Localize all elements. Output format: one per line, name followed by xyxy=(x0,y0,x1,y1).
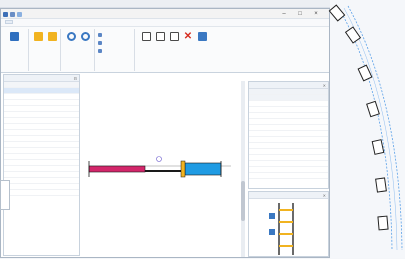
ribbon-group-1 xyxy=(1,29,29,71)
tag-6[interactable] xyxy=(375,177,387,193)
undo-icon[interactable] xyxy=(17,11,22,17)
prop-rows xyxy=(249,101,328,179)
background-window-fragment xyxy=(0,180,10,210)
ribbon-group-2 xyxy=(29,29,61,71)
list-row[interactable] xyxy=(4,190,79,196)
preview-marker-1 xyxy=(269,213,275,219)
open-folder-icon xyxy=(47,32,57,41)
drawing-canvas[interactable] xyxy=(81,81,241,257)
canvas-scroll-thumb[interactable] xyxy=(241,181,245,221)
minimize-button[interactable]: – xyxy=(277,10,291,18)
clip-icon xyxy=(169,32,179,41)
left-list-panel: ⊟ xyxy=(3,74,80,256)
ribbon-button-5a[interactable] xyxy=(139,32,153,42)
delete-x-icon: ✕ xyxy=(183,31,193,42)
quick-access-toolbar xyxy=(3,10,22,18)
canvas-svg xyxy=(88,156,231,178)
left-panel-header: ⊟ xyxy=(4,75,79,82)
property-row[interactable] xyxy=(249,173,328,179)
preview-rung-2 xyxy=(279,221,293,223)
undo-button[interactable] xyxy=(64,32,78,42)
ribbon-button-5e[interactable] xyxy=(195,32,209,42)
row-2-icon xyxy=(98,41,102,45)
panel-pin-icon[interactable]: ⊟ xyxy=(74,75,77,82)
middle-line-section[interactable] xyxy=(145,170,185,172)
ribbon-button-2[interactable] xyxy=(31,32,45,42)
left-rows xyxy=(4,88,79,196)
redo-button[interactable] xyxy=(78,32,92,42)
preview-rung-3 xyxy=(279,233,293,235)
ribbon-button-1[interactable] xyxy=(7,32,21,42)
ribbon-row-3[interactable] xyxy=(98,49,104,53)
close-button[interactable]: × xyxy=(309,10,323,18)
title-bar: – □ × xyxy=(1,9,329,19)
ribbon: ✕ xyxy=(1,27,329,73)
preview-rung-1 xyxy=(279,209,293,211)
anchor-circle[interactable] xyxy=(156,156,162,162)
properties-panel: ✕ xyxy=(248,81,329,189)
preview-header: ✕ xyxy=(249,192,328,199)
ribbon-group-3 xyxy=(61,29,95,71)
ribbon-group-5: ✕ xyxy=(135,29,215,71)
properties-header: ✕ xyxy=(249,82,328,89)
tool-icon xyxy=(197,32,207,41)
ribbon-tab[interactable] xyxy=(5,20,13,24)
arc-drawing xyxy=(339,5,403,251)
ribbon-button-5c[interactable] xyxy=(167,32,181,42)
left-red-section[interactable] xyxy=(88,165,146,173)
preview-rung-4 xyxy=(279,245,293,247)
row-3-icon xyxy=(98,49,102,53)
top-strip xyxy=(0,0,330,8)
row-1-icon xyxy=(98,33,102,37)
undo-arrow-icon xyxy=(66,32,76,41)
tag-7[interactable] xyxy=(377,215,389,231)
redo-arrow-icon xyxy=(80,32,90,41)
canvas-scrollbar[interactable] xyxy=(241,81,245,257)
yellow-connector[interactable] xyxy=(180,160,186,178)
maximize-button[interactable]: □ xyxy=(293,10,307,18)
folder-icon xyxy=(33,32,43,41)
line-icon xyxy=(155,32,165,41)
ribbon-row-1[interactable] xyxy=(98,33,104,37)
preview-panel: ✕ xyxy=(248,191,329,257)
file-icon xyxy=(9,32,19,41)
properties-close-icon[interactable]: ✕ xyxy=(323,82,326,89)
arc-dashed-1 xyxy=(339,9,393,251)
arc-center xyxy=(343,7,398,251)
background-page: – □ × ✕ ⊟ ✕ ✕ xyxy=(0,0,405,258)
ribbon-button-5b[interactable] xyxy=(153,32,167,42)
ribbon-button-3[interactable] xyxy=(45,32,59,42)
preview-svg xyxy=(269,203,294,255)
preview-marker-2 xyxy=(269,229,275,235)
app-window: – □ × ✕ ⊟ ✕ ✕ xyxy=(0,8,330,258)
menu-bar xyxy=(1,19,329,27)
app-icon xyxy=(3,11,8,17)
ribbon-group-4 xyxy=(95,29,135,71)
save-icon[interactable] xyxy=(10,11,15,17)
preview-close-icon[interactable]: ✕ xyxy=(323,192,326,199)
right-document-page xyxy=(328,0,405,258)
bracket-icon xyxy=(141,32,151,41)
ribbon-row-2[interactable] xyxy=(98,41,104,45)
delete-button[interactable]: ✕ xyxy=(181,32,195,42)
right-blue-section[interactable] xyxy=(184,162,222,176)
